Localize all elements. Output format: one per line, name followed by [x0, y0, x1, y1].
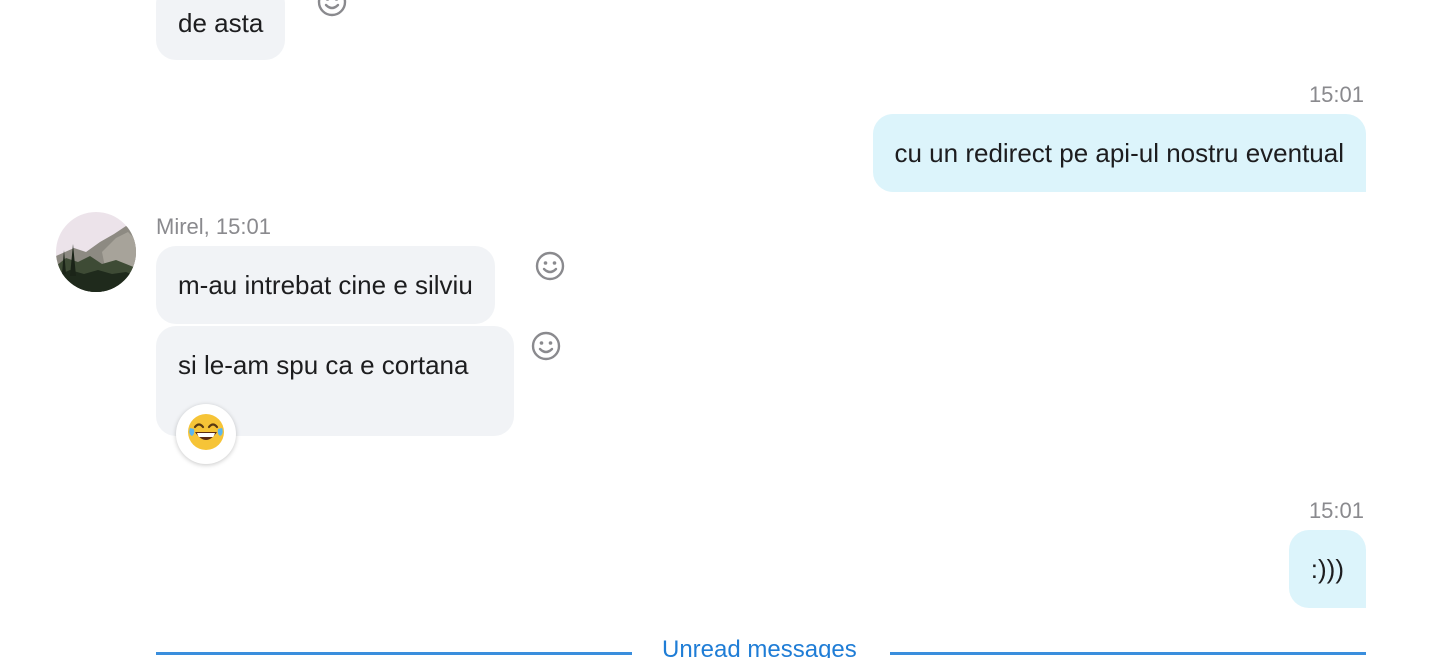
message-timestamp: 15:01	[1308, 498, 1364, 523]
divider-line-left	[156, 652, 632, 655]
add-reaction-icon[interactable]	[316, 0, 348, 18]
add-reaction-icon[interactable]	[530, 330, 562, 362]
message-bubble-incoming[interactable]: m-au intrebat cine e silviu	[156, 246, 495, 324]
laughing-with-tears-emoji-icon	[186, 412, 226, 457]
message-text: de asta	[178, 8, 264, 38]
unread-messages-label: Unread messages	[662, 636, 857, 658]
avatar[interactable]	[56, 212, 136, 292]
divider-line-right	[890, 652, 1366, 655]
message-text: si le-am spu ca e cortana	[178, 350, 469, 380]
message-text: m-au intrebat cine e silviu	[178, 270, 473, 300]
message-bubble-outgoing[interactable]: :)))	[1288, 530, 1366, 608]
chat-message-list[interactable]: de asta 15:01 cu un redirect pe api-ul n…	[0, 0, 1444, 658]
message-bubble-outgoing[interactable]: cu un redirect pe api-ul nostru eventual	[872, 114, 1366, 192]
unread-messages-divider: Unread messages	[156, 636, 1366, 658]
message-reaction[interactable]	[176, 404, 236, 464]
message-timestamp: 15:01	[1308, 82, 1364, 107]
message-text: :)))	[1310, 554, 1344, 584]
message-text: cu un redirect pe api-ul nostru eventual	[894, 138, 1345, 168]
sender-name-time: Mirel, 15:01	[156, 214, 271, 239]
add-reaction-icon[interactable]	[534, 250, 566, 282]
message-bubble-incoming[interactable]: de asta	[156, 0, 286, 60]
